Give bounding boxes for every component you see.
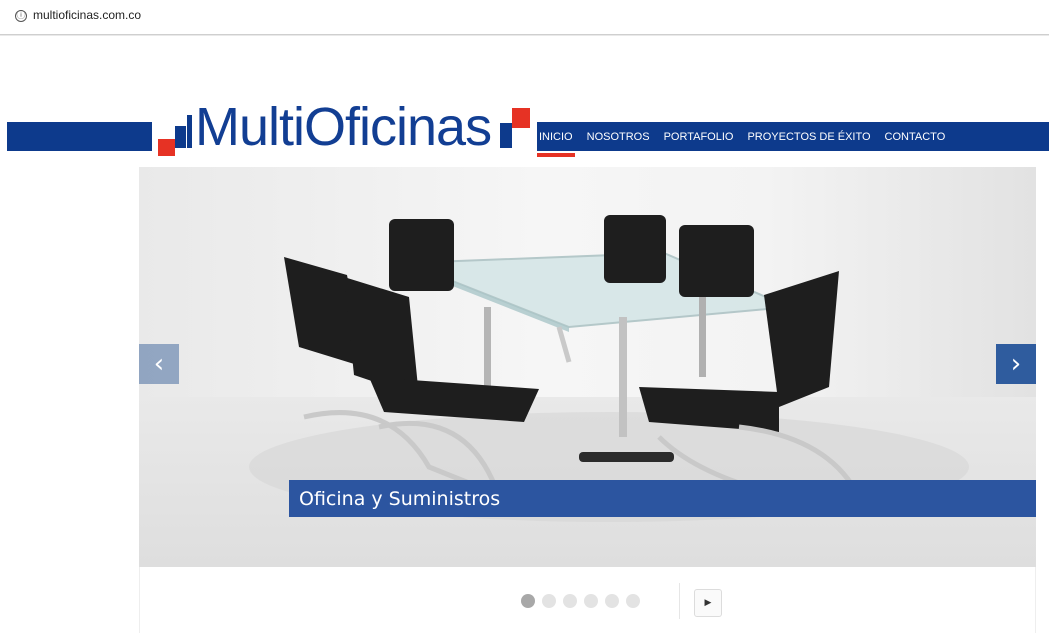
play-icon: ▶ (704, 598, 712, 608)
slider-prev-button[interactable]: ‹ (139, 344, 179, 384)
slider-dot-1[interactable] (521, 594, 535, 608)
pager-divider (679, 583, 680, 619)
logo[interactable]: MultiOficinas (195, 95, 492, 159)
slider-dot-3[interactable] (563, 594, 577, 608)
slide-caption: Oficina y Suministros (289, 480, 1036, 517)
nav-item-inicio[interactable]: INICIO (537, 131, 575, 157)
address-bar[interactable]: ⓘ multioficinas.com.co (0, 0, 1049, 35)
slider-dot-5[interactable] (605, 594, 619, 608)
hero-slider: ‹ › Oficina y Suministros (139, 167, 1036, 567)
slider-dot-4[interactable] (584, 594, 598, 608)
nav-item-portafolio[interactable]: PORTAFOLIO (662, 131, 736, 143)
info-icon[interactable]: ⓘ (15, 10, 27, 22)
logo-blue-bar-right (500, 123, 512, 148)
nav-item-contacto[interactable]: CONTACTO (883, 131, 948, 143)
slider-pager: ▶ (139, 567, 1036, 633)
nav-item-nosotros[interactable]: NOSOTROS (585, 131, 652, 143)
slider-dot-2[interactable] (542, 594, 556, 608)
logo-blue-bar-left (175, 126, 186, 148)
chevron-left-icon: ‹ (153, 349, 165, 379)
slider-dot-6[interactable] (626, 594, 640, 608)
logo-blue-bar-left-thin (187, 115, 192, 148)
nav-item-proyectos-de-exito[interactable]: PROYECTOS DE ÉXITO (745, 131, 872, 143)
slider-play-button[interactable]: ▶ (694, 589, 722, 617)
slider-dots (521, 594, 647, 608)
slider-next-button[interactable]: › (996, 344, 1036, 384)
logo-red-square-left (158, 139, 175, 156)
main-nav: INICIO NOSOTROS PORTAFOLIO PROYECTOS DE … (537, 122, 957, 157)
url-text[interactable]: multioficinas.com.co (33, 8, 141, 22)
logo-red-square-right (512, 108, 530, 128)
chevron-right-icon: › (1010, 349, 1022, 379)
